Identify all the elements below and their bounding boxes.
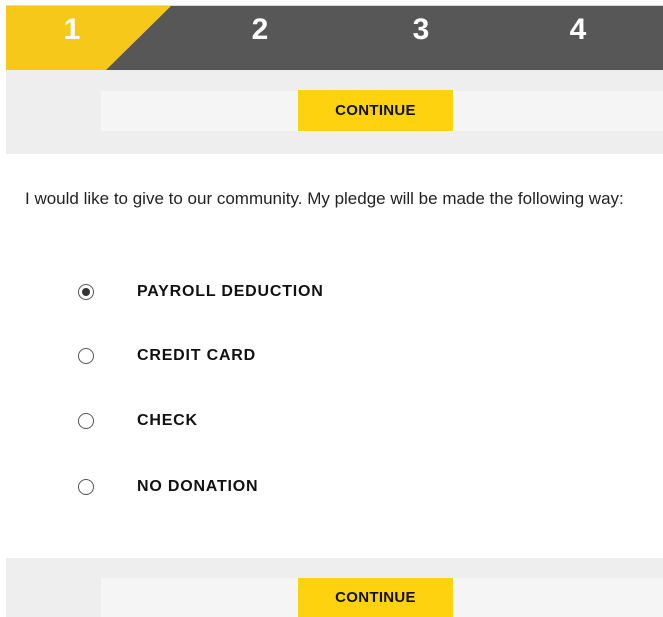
step-4[interactable]: 4 <box>548 12 608 48</box>
continue-button-top[interactable]: CONTINUE <box>298 90 453 131</box>
pledge-intro-text: I would like to give to our community. M… <box>25 189 624 208</box>
option-payroll-deduction[interactable]: PAYROLL DEDUCTION <box>78 277 324 307</box>
radio-selected-dot <box>82 288 90 296</box>
radio-credit-card[interactable] <box>78 348 94 364</box>
option-check[interactable]: CHECK <box>78 406 198 436</box>
top-action-bar: CONTINUE <box>6 70 663 154</box>
steps-top-edge <box>6 0 663 6</box>
step-progress-bar: 1 2 3 4 <box>6 0 663 70</box>
step-3[interactable]: 3 <box>391 12 451 48</box>
radio-no-donation[interactable] <box>78 479 94 495</box>
option-no-donation[interactable]: NO DONATION <box>78 472 258 502</box>
radio-check[interactable] <box>78 413 94 429</box>
step-2[interactable]: 2 <box>230 12 290 48</box>
bottom-action-bar: CONTINUE <box>6 558 663 617</box>
option-label: NO DONATION <box>137 478 259 495</box>
option-credit-card[interactable]: CREDIT CARD <box>78 341 256 371</box>
option-label: CREDIT CARD <box>137 347 257 364</box>
step-1[interactable]: 1 <box>42 12 102 48</box>
radio-payroll-deduction[interactable] <box>78 284 94 300</box>
option-label: PAYROLL DEDUCTION <box>137 283 324 300</box>
option-label: CHECK <box>137 412 198 429</box>
continue-button-bottom[interactable]: CONTINUE <box>298 578 453 617</box>
